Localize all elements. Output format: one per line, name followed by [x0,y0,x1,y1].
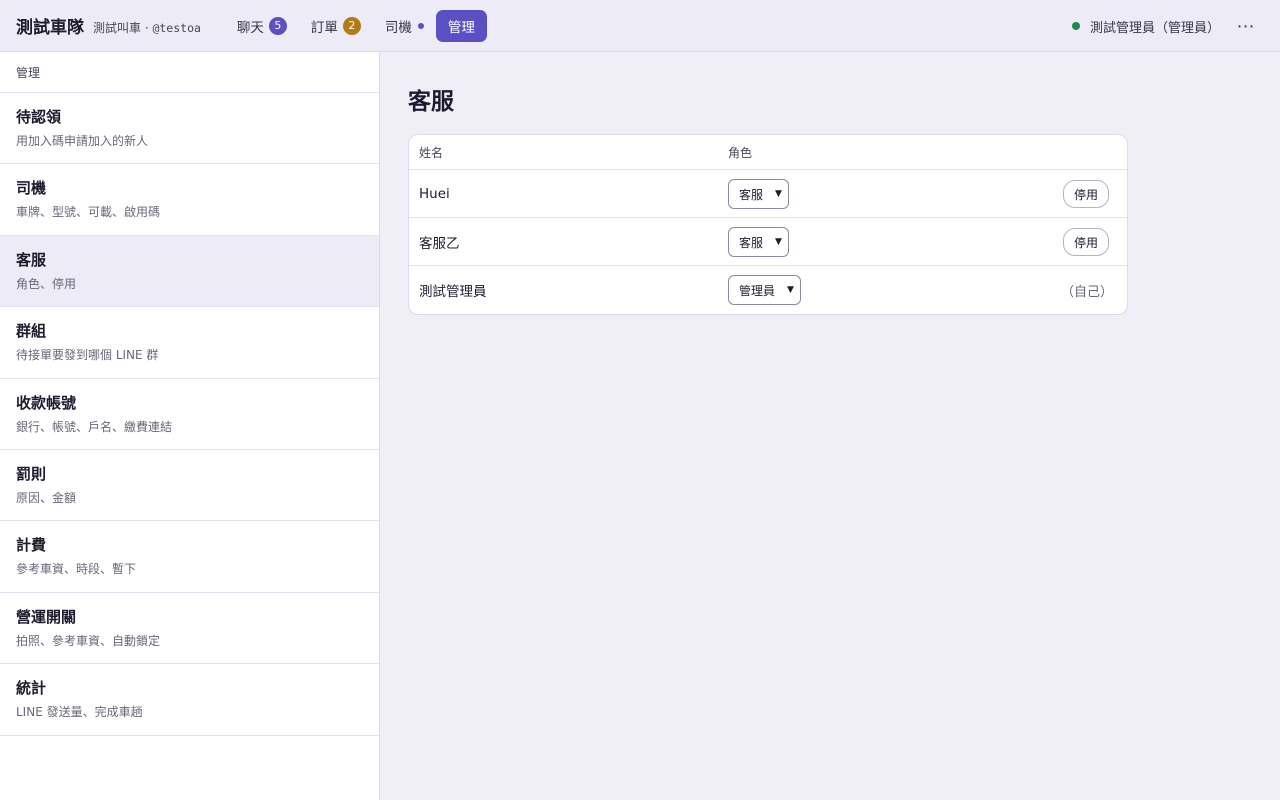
sidebar-item-title: 收款帳號 [16,393,77,412]
disable-button[interactable]: 停用 [1062,228,1109,256]
app-brand: 測試車隊 [16,18,84,38]
sidebar-item-support[interactable]: 客服 角色、停用 [0,235,379,308]
staff-name: Huei [419,185,450,202]
staff-name: 客服乙 [419,235,460,252]
chevron-down-icon: ▼ [787,285,794,295]
sidebar-item-title: 統計 [16,679,47,698]
top-bar: 測試車隊 測試叫車 · @testoa 聊天 5 訂單 2 司機 管理 測試管理… [0,0,1280,52]
sidebar-item-pricing[interactable]: 計費 參考車資、時段、暫下 [0,521,379,593]
app-subtitle: 測試叫車 · @testoa [93,20,201,35]
table-row: 測試管理員 管理員 ▼ （自己） [409,266,1127,314]
sidebar-item-penalties[interactable]: 罰則 原因、金額 [0,450,379,522]
role-select-value: 管理員 [739,283,776,298]
sidebar-header: 管理 [0,52,379,93]
sidebar-item-pending[interactable]: 待認領 用加入碼申請加入的新人 [0,93,379,165]
column-header-name: 姓名 [419,145,444,160]
sidebar-item-groups[interactable]: 群組 待接單要發到哪個 LINE 群 [0,307,379,379]
sidebar-item-desc: LINE 發送量、完成車趟 [16,705,143,720]
nav-tab-admin[interactable]: 管理 [435,9,487,42]
sidebar-item-statistics[interactable]: 統計 LINE 發送量、完成車趟 [0,664,379,736]
drivers-unread-dot [417,22,424,29]
role-select-value: 客服 [739,187,764,202]
table-header-row: 姓名 角色 [409,135,1127,170]
account-handle: @testoa [152,20,201,35]
sidebar-item-title: 待認領 [16,108,62,126]
main-content: 客服 姓名 角色 Huei 客服 ▼ 停用 客服乙 客服 ▼ 停用 測試管理員 … [380,52,1280,800]
role-select[interactable]: 客服 ▼ [728,179,789,209]
sidebar-item-title: 營運開關 [16,607,77,626]
sidebar-item-desc: 角色、停用 [16,276,77,291]
current-user-label: 測試管理員（管理員） [1089,20,1220,36]
sidebar-item-desc: 待接單要發到哪個 LINE 群 [16,348,159,363]
column-header-role: 角色 [728,145,753,160]
disable-button[interactable]: 停用 [1062,180,1109,208]
sidebar-item-desc: 車牌、型號、可載、啟用碼 [16,205,161,220]
sidebar-item-title: 計費 [16,536,47,555]
sidebar-item-desc: 銀行、帳號、戶名、繳費連結 [16,419,173,434]
nav-tab-orders-label: 訂單 [310,19,338,36]
nav-tab-chat-label: 聊天 [236,19,264,36]
sidebar-item-desc: 用加入碼申請加入的新人 [16,134,149,148]
current-user[interactable]: 測試管理員（管理員） [1071,0,1220,52]
main-nav: 聊天 5 訂單 2 司機 管理 [225,0,487,52]
sidebar-item-desc: 拍照、參考車資、自動鎖定 [16,633,161,648]
sidebar-item-title: 司機 [16,179,47,198]
table-row: Huei 客服 ▼ 停用 [409,170,1127,218]
orders-count-badge: 2 [342,16,361,35]
sidebar-item-title: 客服 [16,250,47,269]
sidebar-item-operations[interactable]: 營運開關 拍照、參考車資、自動鎖定 [0,593,379,665]
sidebar-item-title: 群組 [16,322,47,341]
nav-tab-orders[interactable]: 訂單 2 [299,10,373,42]
chevron-down-icon: ▼ [775,189,782,199]
nav-tab-drivers[interactable]: 司機 [373,10,436,42]
role-select-value: 客服 [739,235,764,250]
online-status-dot [1071,22,1080,30]
sidebar-item-desc: 參考車資、時段、暫下 [16,562,137,577]
staff-name: 測試管理員 [419,284,487,300]
table-row: 客服乙 客服 ▼ 停用 [409,218,1127,266]
role-select[interactable]: 管理員 ▼ [728,275,801,305]
sidebar-item-payment-accounts[interactable]: 收款帳號 銀行、帳號、戶名、繳費連結 [0,379,379,450]
nav-tab-chat[interactable]: 聊天 5 [225,10,299,42]
self-note: （自己） [1060,284,1113,300]
nav-tab-drivers-label: 司機 [384,19,412,36]
page-title: 客服 [408,88,454,115]
nav-tab-admin-label: 管理 [447,19,475,36]
chat-count-badge: 5 [268,16,287,35]
more-menu-icon[interactable]: ⋯ [1234,14,1258,38]
chevron-down-icon: ▼ [775,237,782,247]
admin-sidebar: 管理 待認領 用加入碼申請加入的新人 司機 車牌、型號、可載、啟用碼 客服 角色… [0,52,380,800]
sidebar-item-drivers[interactable]: 司機 車牌、型號、可載、啟用碼 [0,164,379,236]
sidebar-item-title: 罰則 [16,464,47,483]
sidebar-item-desc: 原因、金額 [16,490,77,505]
support-staff-table: 姓名 角色 Huei 客服 ▼ 停用 客服乙 客服 ▼ 停用 測試管理員 管理員… [408,134,1128,315]
role-select[interactable]: 客服 ▼ [728,227,789,257]
